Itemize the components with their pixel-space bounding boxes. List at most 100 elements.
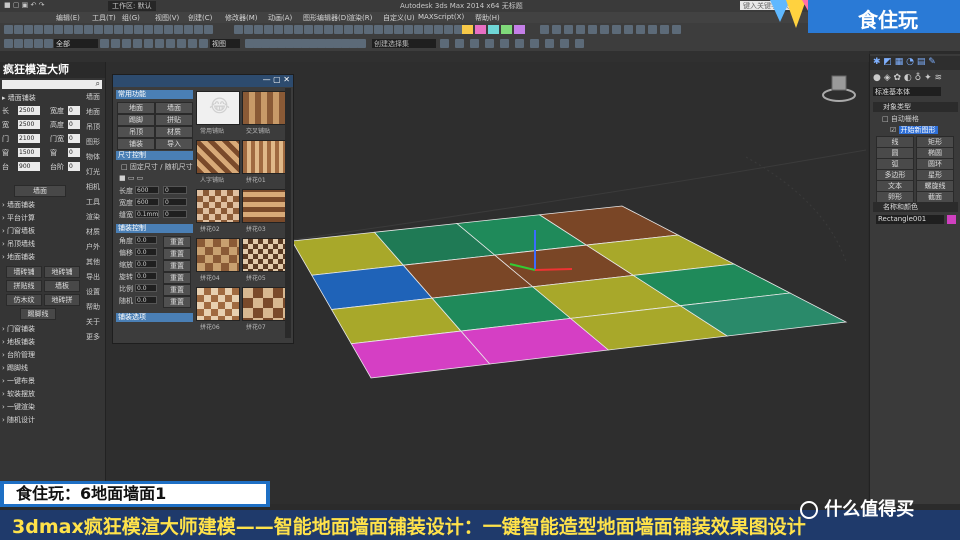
style-field-input[interactable]: 0.0 bbox=[135, 248, 157, 256]
toolbar-tool-icon[interactable] bbox=[14, 39, 23, 48]
app-logo[interactable]: ■ ▢ ▣ ↶ ↷ bbox=[4, 1, 44, 9]
side-tab[interactable]: 更多 bbox=[86, 332, 100, 342]
menu-item[interactable]: 视图(V) bbox=[155, 13, 179, 23]
reset-button[interactable]: 重置 bbox=[163, 248, 191, 260]
start-new-shape-button[interactable]: 开始新图形 bbox=[898, 126, 938, 134]
toolbar-tool-icon[interactable] bbox=[414, 25, 423, 34]
toolbar-tool-icon[interactable] bbox=[552, 25, 561, 34]
toolbar-tool-icon[interactable] bbox=[304, 25, 313, 34]
toolbar-tool-icon[interactable] bbox=[530, 39, 539, 48]
menu-item[interactable]: 编辑(E) bbox=[56, 13, 80, 23]
toolbar-tool-icon[interactable] bbox=[560, 39, 569, 48]
toolbar-tool-icon[interactable] bbox=[264, 25, 273, 34]
pattern-thumbnail[interactable] bbox=[196, 140, 240, 174]
object-color-swatch[interactable] bbox=[947, 215, 956, 224]
menu-item[interactable]: MAXScript(X) bbox=[418, 13, 464, 21]
toolbar-tool-icon[interactable] bbox=[672, 25, 681, 34]
toolbar-tool-icon[interactable] bbox=[154, 25, 163, 34]
toolbar-tool-icon[interactable] bbox=[500, 39, 509, 48]
menu-item[interactable]: 帮助(H) bbox=[475, 13, 500, 23]
size-field-input[interactable]: 600 bbox=[135, 186, 159, 194]
pattern-thumbnail[interactable] bbox=[242, 140, 286, 174]
side-tab[interactable]: 灯光 bbox=[86, 167, 100, 177]
toolbar-tool-icon[interactable] bbox=[64, 25, 73, 34]
toolbar-tool-icon[interactable] bbox=[485, 39, 494, 48]
toolbar-tool-icon[interactable] bbox=[357, 39, 366, 48]
toolbar-tool-icon[interactable] bbox=[434, 25, 443, 34]
toolbar-tool-icon[interactable] bbox=[444, 25, 453, 34]
toolbar-tool-icon[interactable] bbox=[364, 25, 373, 34]
toolbar-tool-icon[interactable] bbox=[100, 39, 109, 48]
toolbar-tool-icon[interactable] bbox=[244, 25, 253, 34]
common-function-button[interactable]: 材质 bbox=[155, 126, 193, 138]
menu-item[interactable]: 动画(A) bbox=[268, 13, 292, 23]
style-field-input[interactable]: 0.0 bbox=[135, 236, 157, 244]
toolbar-tool-icon[interactable] bbox=[404, 25, 413, 34]
pattern-thumbnail[interactable] bbox=[242, 91, 286, 125]
color-swatch[interactable] bbox=[462, 25, 473, 34]
common-function-button[interactable]: 导入 bbox=[155, 138, 193, 150]
size-field-input[interactable]: 0 bbox=[163, 198, 187, 206]
toolbar-tool-icon[interactable] bbox=[660, 25, 669, 34]
common-function-button[interactable]: 铺装 bbox=[117, 138, 155, 150]
toolbar-tool-icon[interactable] bbox=[545, 39, 554, 48]
side-tab[interactable]: 地面 bbox=[86, 107, 100, 117]
create-tab-icon[interactable]: ✱ ◩ ▦ ◔ ▤ ✎ bbox=[873, 57, 936, 67]
size-field-input[interactable]: 0 bbox=[163, 210, 187, 218]
toolbar-tool-icon[interactable] bbox=[344, 25, 353, 34]
toolbar-tool-icon[interactable] bbox=[199, 39, 208, 48]
side-tab[interactable]: 材质 bbox=[86, 227, 100, 237]
reset-button[interactable]: 重置 bbox=[163, 296, 191, 308]
toolbar-tool-icon[interactable] bbox=[104, 25, 113, 34]
workspace-dropdown[interactable]: 工作区: 默认 bbox=[108, 1, 156, 11]
toolbar-tool-icon[interactable] bbox=[94, 25, 103, 34]
pattern-thumbnail[interactable] bbox=[242, 238, 286, 272]
toolbar-tool-icon[interactable] bbox=[204, 25, 213, 34]
reset-button[interactable]: 重置 bbox=[163, 284, 191, 296]
toolbar-tool-icon[interactable] bbox=[440, 39, 449, 48]
toolbar-tool-icon[interactable] bbox=[144, 39, 153, 48]
toolbar-tool-icon[interactable] bbox=[184, 25, 193, 34]
toolbar-tool-icon[interactable] bbox=[34, 25, 43, 34]
toolbar-tool-icon[interactable] bbox=[4, 25, 13, 34]
toolbar-tool-icon[interactable] bbox=[84, 25, 93, 34]
side-tab[interactable]: 导出 bbox=[86, 272, 100, 282]
menu-item[interactable]: 渲染(R) bbox=[348, 13, 372, 23]
gizmo-x-axis[interactable] bbox=[534, 268, 573, 271]
toolbar-tool-icon[interactable] bbox=[648, 25, 657, 34]
toolbar-tool-icon[interactable] bbox=[384, 25, 393, 34]
toolbar-tool-icon[interactable] bbox=[612, 25, 621, 34]
primitive-type-dropdown[interactable]: 标准基本体 bbox=[873, 87, 941, 96]
pattern-thumbnail[interactable] bbox=[196, 287, 240, 321]
object-name-input[interactable]: Rectangle001 bbox=[876, 215, 944, 224]
pattern-thumbnail[interactable] bbox=[196, 189, 240, 223]
toolbar-tool-icon[interactable] bbox=[44, 25, 53, 34]
menu-item[interactable]: 图形编辑器(D) bbox=[303, 13, 349, 23]
menu-item[interactable]: 修改器(M) bbox=[225, 13, 258, 23]
menu-item[interactable]: 创建(C) bbox=[188, 13, 212, 23]
side-tab[interactable]: 工具 bbox=[86, 197, 100, 207]
color-swatch[interactable] bbox=[514, 25, 525, 34]
reset-button[interactable]: 重置 bbox=[163, 236, 191, 248]
side-tab[interactable]: 吊顶 bbox=[86, 122, 100, 132]
color-swatch[interactable] bbox=[501, 25, 512, 34]
reference-coordinate-dropdown[interactable]: 视图 bbox=[210, 39, 240, 48]
side-tab[interactable]: 关于 bbox=[86, 317, 100, 327]
create-category-icons[interactable]: ● ◈ ✿ ◐ ♁ ✦ ≋ bbox=[873, 73, 942, 83]
autogrid-checkbox[interactable]: □ 自动栅格 bbox=[882, 114, 919, 124]
pattern-thumbnail[interactable] bbox=[242, 189, 286, 223]
object-type-rollout[interactable]: 对象类型 bbox=[873, 102, 958, 112]
color-swatch[interactable] bbox=[475, 25, 486, 34]
size-field-input[interactable]: 0.1mm bbox=[135, 210, 159, 218]
style-field-input[interactable]: 0.0 bbox=[135, 284, 157, 292]
toolbar-tool-icon[interactable] bbox=[174, 25, 183, 34]
floor-tile-grid[interactable] bbox=[291, 205, 848, 379]
toolbar-tool-icon[interactable] bbox=[540, 25, 549, 34]
pattern-thumbnail[interactable] bbox=[242, 287, 286, 321]
feature-list-item[interactable]: › 随机设计 bbox=[2, 415, 35, 425]
toolbar-tool-icon[interactable] bbox=[254, 25, 263, 34]
toolbar-tool-icon[interactable] bbox=[394, 25, 403, 34]
toolbar-tool-icon[interactable] bbox=[166, 39, 175, 48]
toolbar-tool-icon[interactable] bbox=[144, 25, 153, 34]
common-function-button[interactable]: 地面 bbox=[117, 102, 155, 114]
